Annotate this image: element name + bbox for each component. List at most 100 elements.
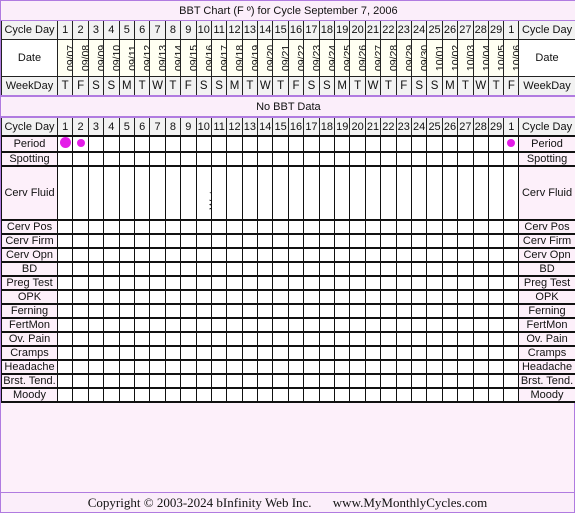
moody-cell[interactable] xyxy=(380,387,397,403)
fertmon-cell[interactable] xyxy=(226,317,243,333)
moody-cell[interactable] xyxy=(349,387,366,403)
ov-pain-cell[interactable] xyxy=(318,331,336,347)
fertmon-cell[interactable] xyxy=(72,317,89,333)
period-cell[interactable] xyxy=(472,135,489,153)
ferning-cell[interactable] xyxy=(441,303,459,319)
brst-tend-cell[interactable] xyxy=(380,373,397,389)
period-cell[interactable] xyxy=(195,135,212,153)
ferning-cell[interactable] xyxy=(118,303,135,319)
opk-cell[interactable] xyxy=(457,289,474,305)
brst-tend-cell[interactable] xyxy=(503,373,520,389)
cerv-firm-cell[interactable] xyxy=(118,233,135,249)
period-cell[interactable] xyxy=(410,135,428,153)
cerv-pos-cell[interactable] xyxy=(334,219,351,235)
opk-cell[interactable] xyxy=(241,289,259,305)
brst-tend-cell[interactable] xyxy=(133,373,151,389)
ov-pain-cell[interactable] xyxy=(334,331,351,347)
fertmon-cell[interactable] xyxy=(426,317,443,333)
opk-cell[interactable] xyxy=(349,289,366,305)
cerv-pos-cell[interactable] xyxy=(257,219,274,235)
bd-cell[interactable] xyxy=(103,261,120,277)
cerv-fluid-cell[interactable] xyxy=(457,165,474,221)
moody-cell[interactable] xyxy=(457,387,474,403)
moody-cell[interactable] xyxy=(487,387,505,403)
fertmon-cell[interactable] xyxy=(287,317,305,333)
cerv-firm-cell[interactable] xyxy=(303,233,320,249)
cerv-firm-cell[interactable] xyxy=(210,233,228,249)
ferning-cell[interactable] xyxy=(87,303,105,319)
cerv-fluid-cell[interactable] xyxy=(87,165,105,221)
ferning-cell[interactable] xyxy=(457,303,474,319)
cycle-day-cell[interactable]: 1 xyxy=(56,116,74,137)
moody-cell[interactable] xyxy=(210,387,228,403)
cerv-fluid-cell[interactable] xyxy=(487,165,505,221)
headache-cell[interactable] xyxy=(334,359,351,375)
ferning-cell[interactable] xyxy=(149,303,166,319)
bd-cell[interactable] xyxy=(303,261,320,277)
cerv-opn-cell[interactable] xyxy=(349,247,366,263)
brst-tend-cell[interactable] xyxy=(441,373,459,389)
ferning-cell[interactable] xyxy=(303,303,320,319)
cerv-pos-cell[interactable] xyxy=(103,219,120,235)
preg-test-cell[interactable] xyxy=(487,275,505,291)
cycle-day-cell[interactable]: 16 xyxy=(287,20,305,40)
cerv-pos-cell[interactable] xyxy=(195,219,212,235)
moody-cell[interactable] xyxy=(149,387,166,403)
cerv-opn-cell[interactable] xyxy=(303,247,320,263)
spotting-cell[interactable] xyxy=(195,151,212,167)
cerv-firm-cell[interactable] xyxy=(287,233,305,249)
headache-cell[interactable] xyxy=(472,359,489,375)
cerv-firm-cell[interactable] xyxy=(195,233,212,249)
opk-cell[interactable] xyxy=(503,289,520,305)
cerv-firm-cell[interactable] xyxy=(87,233,105,249)
bd-cell[interactable] xyxy=(195,261,212,277)
fertmon-cell[interactable] xyxy=(441,317,459,333)
ferning-cell[interactable] xyxy=(349,303,366,319)
cerv-fluid-cell[interactable] xyxy=(426,165,443,221)
cerv-pos-cell[interactable] xyxy=(180,219,197,235)
cycle-day-cell[interactable]: 17 xyxy=(303,20,320,40)
cycle-day-cell[interactable]: 29 xyxy=(487,20,505,40)
cycle-day-cell[interactable]: 23 xyxy=(395,20,412,40)
ov-pain-cell[interactable] xyxy=(364,331,382,347)
preg-test-cell[interactable] xyxy=(226,275,243,291)
period-cell[interactable] xyxy=(441,135,459,153)
cycle-day-cell[interactable]: 27 xyxy=(457,116,474,137)
brst-tend-cell[interactable] xyxy=(364,373,382,389)
ferning-cell[interactable] xyxy=(226,303,243,319)
brst-tend-cell[interactable] xyxy=(118,373,135,389)
cramps-cell[interactable] xyxy=(164,345,182,361)
cycle-day-cell[interactable]: 10 xyxy=(195,116,212,137)
cycle-day-cell[interactable]: 5 xyxy=(118,20,135,40)
cycle-day-cell[interactable]: 20 xyxy=(349,116,366,137)
preg-test-cell[interactable] xyxy=(364,275,382,291)
preg-test-cell[interactable] xyxy=(441,275,459,291)
cerv-fluid-cell[interactable] xyxy=(364,165,382,221)
fertmon-cell[interactable] xyxy=(410,317,428,333)
cerv-fluid-cell[interactable] xyxy=(472,165,489,221)
cramps-cell[interactable] xyxy=(334,345,351,361)
spotting-cell[interactable] xyxy=(487,151,505,167)
period-cell[interactable] xyxy=(149,135,166,153)
cerv-firm-cell[interactable] xyxy=(257,233,274,249)
ov-pain-cell[interactable] xyxy=(472,331,489,347)
cycle-day-cell[interactable]: 20 xyxy=(349,20,366,40)
cerv-firm-cell[interactable] xyxy=(241,233,259,249)
cerv-opn-cell[interactable] xyxy=(257,247,274,263)
cerv-opn-cell[interactable] xyxy=(380,247,397,263)
cerv-fluid-cell[interactable] xyxy=(318,165,336,221)
cycle-day-cell[interactable]: 8 xyxy=(164,20,182,40)
headache-cell[interactable] xyxy=(272,359,289,375)
cerv-fluid-cell[interactable]: Creamy xyxy=(210,165,228,221)
moody-cell[interactable] xyxy=(195,387,212,403)
cycle-day-cell[interactable]: 14 xyxy=(257,116,274,137)
opk-cell[interactable] xyxy=(272,289,289,305)
preg-test-cell[interactable] xyxy=(133,275,151,291)
bd-cell[interactable] xyxy=(410,261,428,277)
spotting-cell[interactable] xyxy=(334,151,351,167)
ov-pain-cell[interactable] xyxy=(72,331,89,347)
cerv-pos-cell[interactable] xyxy=(118,219,135,235)
ov-pain-cell[interactable] xyxy=(380,331,397,347)
brst-tend-cell[interactable] xyxy=(226,373,243,389)
spotting-cell[interactable] xyxy=(472,151,489,167)
